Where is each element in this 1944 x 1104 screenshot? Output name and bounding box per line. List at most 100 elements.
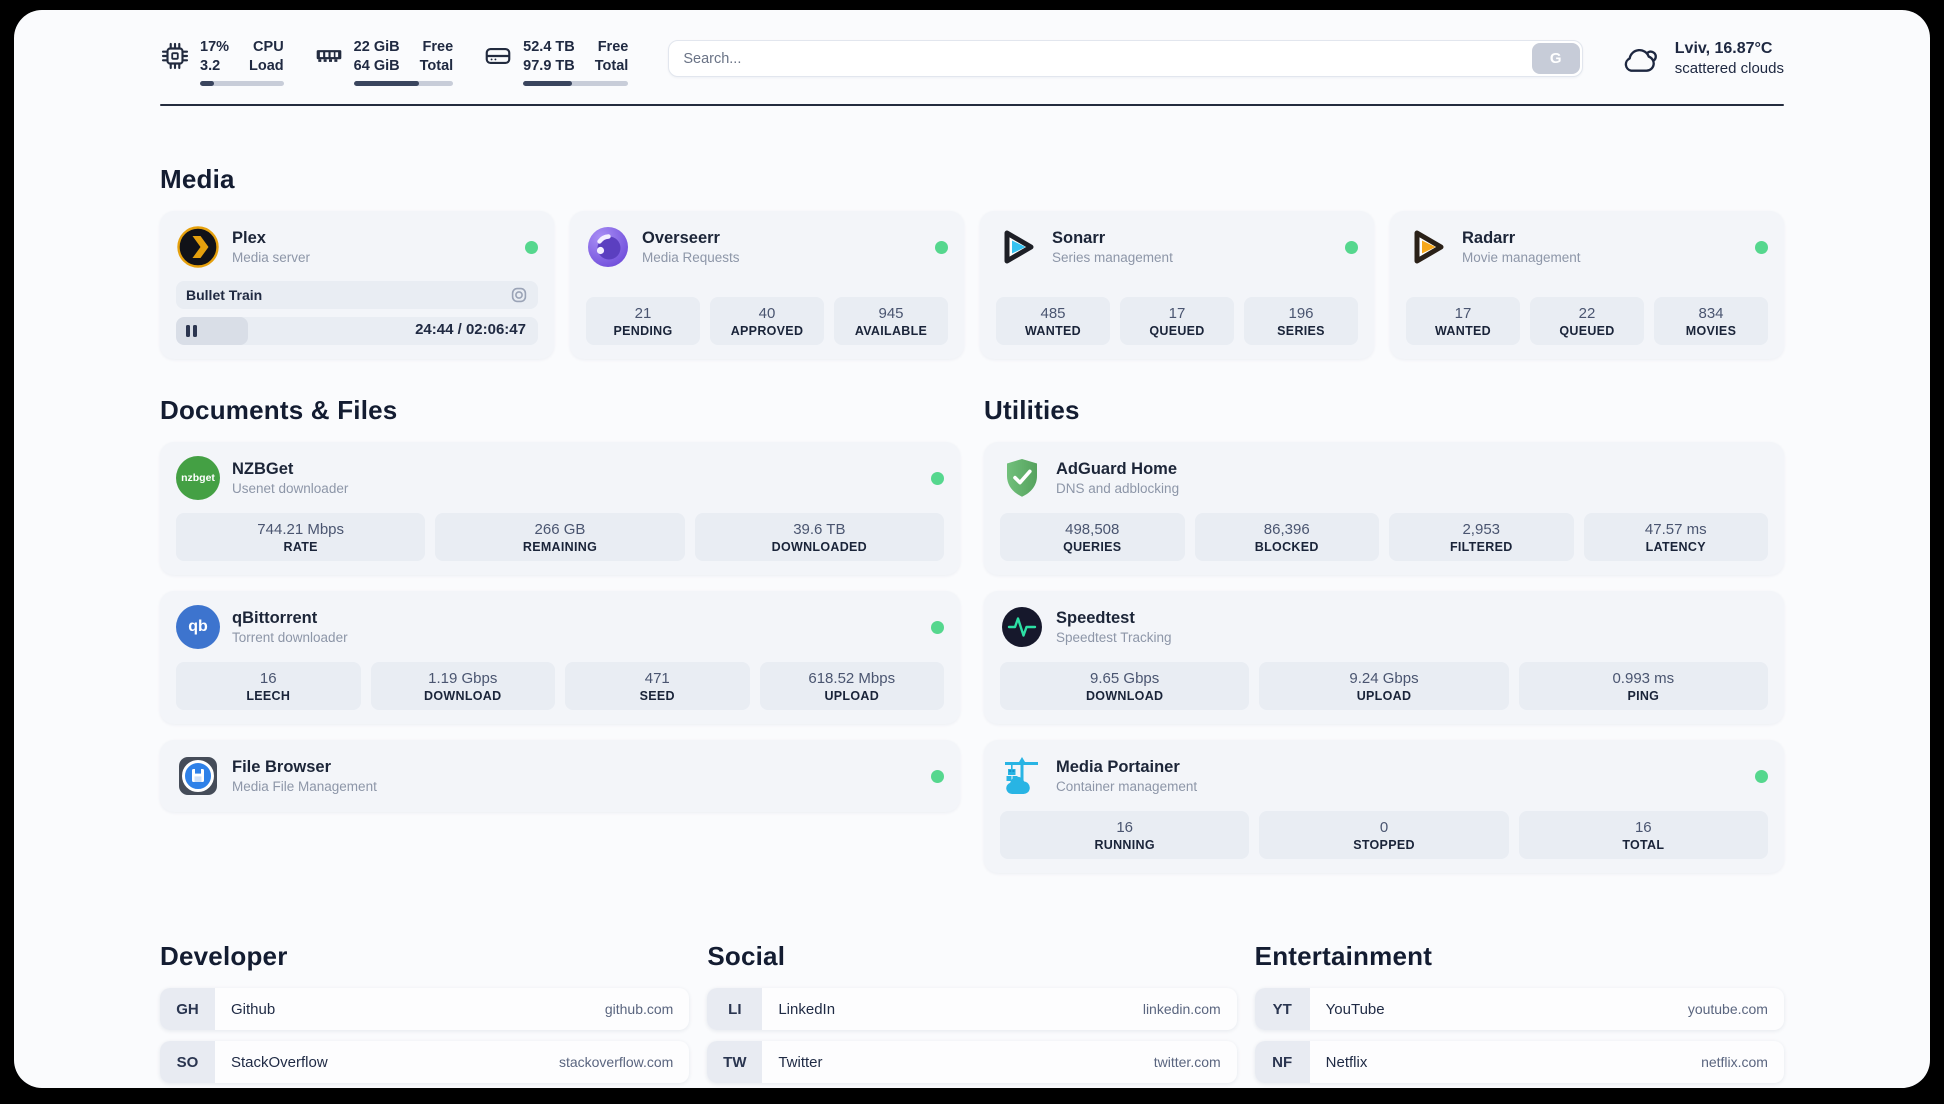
stat-value: 2,953 <box>1462 521 1501 538</box>
stat-tile: 618.52 Mbps UPLOAD <box>759 662 944 710</box>
sonarr-icon <box>996 225 1040 269</box>
cpu-load: 3.2 <box>200 58 221 74</box>
app-card-portainer[interactable]: Media Portainer Container management 16 … <box>984 740 1784 873</box>
status-dot <box>1755 240 1768 254</box>
app-card-qbittorrent[interactable]: qb qBittorrent Torrent downloader 16 LEE… <box>160 591 960 724</box>
stat-label: REMAINING <box>522 540 598 554</box>
stat-label: SEED <box>639 689 675 703</box>
stat-tile: 16 LEECH <box>176 662 361 710</box>
stat-value: 39.6 TB <box>793 521 846 538</box>
link-url: youtube.com <box>1687 1001 1768 1017</box>
app-card-radarr[interactable]: Radarr Movie management 17 WANTED 22 QUE… <box>1390 211 1784 359</box>
stat-value: 17 <box>1168 305 1186 322</box>
link-linkedin[interactable]: LI LinkedIn linkedin.com <box>707 988 1237 1030</box>
section-title-entertainment: Entertainment <box>1254 941 1433 971</box>
portainer-icon <box>1000 754 1044 798</box>
status-dot <box>931 471 944 485</box>
now-playing-row[interactable]: Bullet Train <box>176 281 538 309</box>
link-url: netflix.com <box>1701 1054 1768 1070</box>
link-github[interactable]: GH Github github.com <box>160 988 690 1030</box>
app-title: Radarr <box>1462 229 1516 247</box>
stat-value: 86,396 <box>1263 521 1310 538</box>
stat-label: APPROVED <box>730 324 804 338</box>
stat-label: FILTERED <box>1449 540 1513 554</box>
stat-label: DOWNLOAD <box>424 689 502 703</box>
ram-icon <box>316 50 341 62</box>
app-card-speedtest[interactable]: Speedtest Speedtest Tracking 9.65 Gbps D… <box>984 591 1784 724</box>
search-input[interactable] <box>669 41 1530 76</box>
speedtest-icon <box>1000 605 1044 649</box>
radarr-icon <box>1406 225 1450 269</box>
stat-tile: 945 AVAILABLE <box>834 297 948 345</box>
link-label: LinkedIn <box>778 1000 836 1018</box>
app-card-sonarr[interactable]: Sonarr Series management 485 WANTED 17 Q… <box>980 211 1374 359</box>
stat-tile: 39.6 TB DOWNLOADED <box>694 513 944 561</box>
stat-value: 0.993 ms <box>1612 670 1675 687</box>
stat-value: 744.21 Mbps <box>257 521 345 538</box>
section-title-developer: Developer <box>160 941 288 971</box>
section-title-media: Media <box>160 164 235 194</box>
stat-label: RUNNING <box>1094 838 1155 852</box>
stat-value: 834 <box>1698 305 1724 322</box>
link-url: stackoverflow.com <box>558 1054 674 1070</box>
now-playing-camera-icon[interactable] <box>510 286 528 304</box>
stat-label: QUEUED <box>1149 324 1205 338</box>
stat-label: STOPPED <box>1353 838 1415 852</box>
section-title-utilities: Utilities <box>984 395 1080 425</box>
stat-label: DOWNLOADED <box>771 540 867 554</box>
weather-location: Lviv, 16.87°C <box>1674 40 1773 57</box>
weather-widget: Lviv, 16.87°C scattered clouds <box>1619 39 1784 78</box>
link-abbr: GH <box>160 988 215 1030</box>
link-abbr: SO <box>160 1041 215 1083</box>
entertainment-section: Entertainment YT YouTube youtube.com NF … <box>1254 941 1784 1088</box>
link-stackoverflow[interactable]: SO StackOverflow stackoverflow.com <box>160 1041 690 1083</box>
cpu-label-1: CPU <box>253 39 284 55</box>
link-url: github.com <box>604 1001 674 1017</box>
app-subtitle: Speedtest Tracking <box>1056 630 1172 645</box>
link-label: Github <box>231 1000 276 1018</box>
system-stats: 17% CPU 3.2 Load 22 GiB Free 64 GiB Tota… <box>160 38 629 86</box>
app-title: Speedtest <box>1056 609 1135 627</box>
stat-tile: 9.24 Gbps UPLOAD <box>1259 662 1509 710</box>
app-subtitle: Usenet downloader <box>232 481 349 496</box>
stat-tile: 266 GB REMAINING <box>435 513 685 561</box>
qbittorrent-icon: qb <box>176 605 220 649</box>
link-label: YouTube <box>1325 1000 1385 1018</box>
dashboard-container: 17% CPU 3.2 Load 22 GiB Free 64 GiB Tota… <box>14 10 1930 1088</box>
app-card-filebrowser[interactable]: File Browser Media File Management <box>160 740 960 812</box>
stat-tile: 485 WANTED <box>996 297 1110 345</box>
stat-label: AVAILABLE <box>854 324 928 338</box>
weather-condition: scattered clouds <box>1674 60 1784 77</box>
stat-label: LEECH <box>246 689 291 703</box>
status-dot <box>1345 240 1358 254</box>
playback-progress[interactable]: 24:44 / 02:06:47 <box>176 317 538 345</box>
link-youtube[interactable]: YT YouTube youtube.com <box>1254 988 1784 1030</box>
link-twitter[interactable]: TW Twitter twitter.com <box>707 1041 1237 1083</box>
search-engine-button[interactable]: G <box>1531 43 1580 74</box>
stat-value: 9.65 Gbps <box>1090 670 1160 687</box>
stat-tile: 471 SEED <box>565 662 750 710</box>
link-netflix[interactable]: NF Netflix netflix.com <box>1254 1041 1784 1083</box>
stat-label: PENDING <box>613 324 673 338</box>
memory-stat: 22 GiB Free 64 GiB Total <box>314 38 454 86</box>
app-card-nzbget[interactable]: nzbget NZBGet Usenet downloader 744.21 M… <box>160 442 960 575</box>
stat-label: LATENCY <box>1645 540 1706 554</box>
stat-tile: 834 MOVIES <box>1654 297 1768 345</box>
app-card-plex[interactable]: Plex Media server Bullet Train 24:44 / 0… <box>160 211 554 359</box>
stat-value: 0 <box>1379 819 1389 836</box>
app-subtitle: DNS and adblocking <box>1056 481 1180 496</box>
stat-label: WANTED <box>1435 324 1491 338</box>
app-title: Overseerr <box>642 229 720 247</box>
stat-value: 22 <box>1578 305 1596 322</box>
cpu-progress-bar <box>200 81 284 86</box>
section-title-documents: Documents & Files <box>160 395 398 425</box>
app-card-overseerr[interactable]: Overseerr Media Requests 21 PENDING 40 A… <box>570 211 964 359</box>
stat-value: 471 <box>644 670 670 687</box>
app-subtitle: Media server <box>232 250 311 265</box>
app-card-adguard[interactable]: AdGuard Home DNS and adblocking 498,508 … <box>984 442 1784 575</box>
stat-tile: 86,396 BLOCKED <box>1194 513 1379 561</box>
link-label: StackOverflow <box>231 1053 328 1071</box>
link-label: Netflix <box>1325 1053 1368 1071</box>
pause-icon[interactable] <box>186 325 197 337</box>
stat-label: QUEUED <box>1559 324 1615 338</box>
